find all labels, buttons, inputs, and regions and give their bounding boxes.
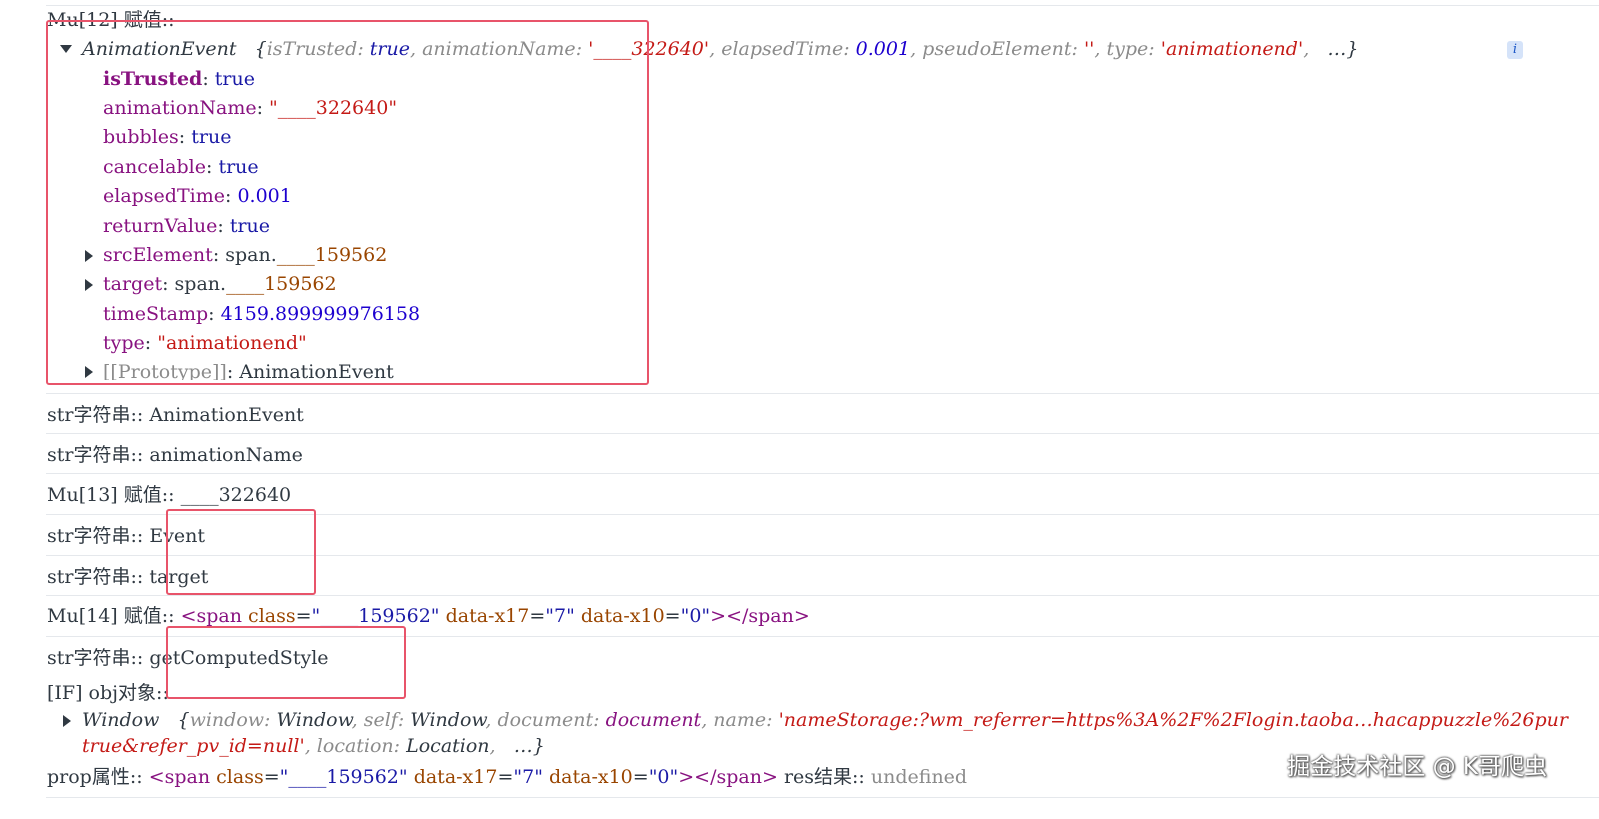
log-label: prop属性::: [47, 766, 143, 788]
log-row-str2: str字符串:: animationName: [47, 443, 303, 467]
log-value: ____322640: [180, 484, 292, 506]
log-row-str1: str字符串:: AnimationEvent: [47, 403, 304, 427]
html-attr-value: "____159562": [279, 766, 408, 788]
log-value: animationName: [149, 444, 303, 466]
summary-value: Location: [406, 735, 490, 757]
html-attr-name: data-x17: [413, 766, 498, 788]
summary-key: name: [713, 709, 767, 731]
log-label: res结果::: [783, 766, 865, 788]
html-tag: <span: [180, 605, 242, 627]
log-divider: [46, 595, 1599, 596]
summary-key: pseudoElement: [922, 38, 1072, 60]
html-attr-name: data-x10: [549, 766, 633, 788]
window-summary[interactable]: Window {window: Window, self: Window, do…: [82, 708, 1599, 732]
log-value: AnimationEvent: [149, 404, 304, 426]
summary-key: self: [363, 709, 398, 731]
summary-ellipsis: …}: [1327, 38, 1359, 60]
log-label: str字符串::: [47, 525, 144, 547]
highlight-box-event-target: [166, 509, 316, 595]
highlight-box-getcomputedstyle: [166, 626, 406, 699]
log-row-if-obj: [IF] obj对象::: [47, 681, 169, 705]
log-row-mu14: Mu[14] 赋值:: <span class="____159562" dat…: [47, 605, 810, 627]
log-divider: [46, 5, 1599, 6]
summary-value: true&refer_pv_id=null': [82, 735, 305, 757]
log-row-prop: prop属性:: <span class="____159562" data-x…: [47, 766, 968, 788]
log-label: str字符串::: [47, 404, 144, 426]
summary-value: 0.001: [855, 38, 911, 60]
expand-triangle-icon[interactable]: [63, 715, 71, 727]
summary-value: 'nameStorage:?wm_referrer=https%3A%2F%2F…: [778, 709, 1568, 731]
html-attr-name: class: [216, 766, 264, 788]
summary-key: elapsedTime: [721, 38, 844, 60]
summary-value: 'animationend': [1160, 38, 1304, 60]
html-tag: <span: [148, 766, 211, 788]
log-label: str字符串::: [47, 566, 144, 588]
info-icon[interactable]: i: [1507, 41, 1523, 59]
html-attr-value: "7": [513, 766, 543, 788]
summary-key: type: [1106, 38, 1149, 60]
summary-value: Window: [276, 709, 352, 731]
log-label: str字符串::: [47, 444, 144, 466]
html-attr-name: data-x10: [580, 605, 665, 627]
log-value: undefined: [870, 766, 968, 788]
log-label: Mu[13] 赋值::: [47, 484, 175, 506]
html-tag: ></span>: [710, 605, 810, 627]
summary-ellipsis: …}: [513, 735, 545, 757]
html-attr-value: "0": [648, 766, 679, 788]
html-attr-value: "7": [545, 605, 575, 627]
html-tag: ></span>: [678, 766, 778, 788]
html-attr-name: class: [248, 605, 296, 627]
html-attr-value: "0": [680, 605, 711, 627]
summary-value: Window: [410, 709, 486, 731]
summary-value: '': [1083, 38, 1095, 60]
summary-key: window: [189, 709, 265, 731]
html-attr-value: "____159562": [311, 605, 440, 627]
window-class-name: Window: [82, 709, 160, 731]
html-attr-name: data-x17: [445, 605, 530, 627]
log-label: [IF] obj对象::: [47, 682, 169, 704]
log-divider: [46, 433, 1599, 434]
log-row-mu13: Mu[13] 赋值:: ____322640: [47, 483, 291, 507]
highlight-box-event: [46, 20, 649, 385]
summary-key: location: [316, 735, 394, 757]
log-divider: [46, 473, 1599, 474]
log-label: Mu[14] 赋值::: [47, 605, 175, 627]
log-label: str字符串::: [47, 647, 144, 669]
window-summary-cont: true&refer_pv_id=null', location: Locati…: [82, 735, 545, 757]
summary-value: document: [605, 709, 702, 731]
watermark: 掘金技术社区 @ K哥爬虫: [1287, 754, 1547, 780]
log-divider: [46, 797, 1599, 798]
log-divider: [46, 393, 1599, 394]
summary-key: document: [497, 709, 594, 731]
